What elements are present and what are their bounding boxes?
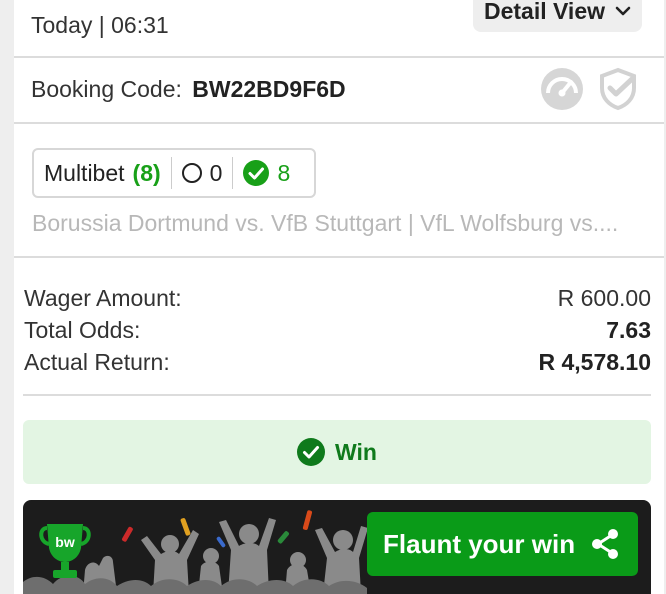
win-label: Win bbox=[335, 438, 377, 465]
won-legs: 8 bbox=[233, 157, 300, 189]
flaunt-your-win-button[interactable]: Flaunt your win bbox=[367, 512, 638, 576]
return-row: Actual Return: R 4,578.10 bbox=[24, 349, 651, 376]
bet-card: Today | 06:31 Detail View Booking Code: … bbox=[14, 0, 664, 594]
multibet-type: Multibet (8) bbox=[34, 157, 171, 189]
open-circle-icon bbox=[181, 163, 202, 183]
speedometer-icon[interactable] bbox=[540, 67, 584, 111]
chevron-down-icon bbox=[615, 6, 631, 16]
odds-label: Total Odds: bbox=[24, 317, 141, 343]
won-count: 8 bbox=[277, 159, 291, 186]
win-status-badge: Win bbox=[23, 420, 651, 484]
odds-row: Total Odds: 7.63 bbox=[24, 317, 651, 344]
wager-value: R 600.00 bbox=[557, 285, 651, 311]
multibet-summary: Multibet (8) 0 8 bbox=[32, 148, 316, 198]
check-circle-icon bbox=[243, 160, 270, 186]
wager-row: Wager Amount: R 600.00 bbox=[24, 285, 651, 312]
booking-code-value: BW22BD9F6D bbox=[192, 76, 346, 102]
booking-code-row: Booking Code: BW22BD9F6D bbox=[31, 76, 346, 103]
odds-value: 7.63 bbox=[606, 317, 651, 343]
divider bbox=[23, 394, 651, 396]
detail-view-label: Detail View bbox=[483, 0, 606, 24]
bet-time: Today | 06:31 bbox=[31, 12, 169, 38]
open-legs: 0 bbox=[172, 157, 233, 189]
shield-check-icon[interactable] bbox=[598, 67, 638, 111]
detail-view-button[interactable]: Detail View bbox=[473, 0, 642, 32]
check-circle-icon bbox=[297, 438, 326, 466]
multibet-label: Multibet bbox=[44, 159, 125, 186]
divider bbox=[14, 256, 664, 258]
divider bbox=[14, 122, 664, 124]
matches-list[interactable]: Borussia Dortmund vs. VfB Stuttgart | Vf… bbox=[32, 210, 652, 237]
open-count: 0 bbox=[209, 159, 223, 186]
trophy-icon: bw bbox=[39, 524, 91, 578]
share-icon bbox=[592, 529, 619, 559]
flaunt-banner: bw Flaunt your win bbox=[23, 500, 651, 594]
wager-label: Wager Amount: bbox=[24, 285, 182, 311]
divider bbox=[14, 56, 664, 58]
booking-code-label: Booking Code: bbox=[31, 76, 182, 102]
logo-text: bw bbox=[55, 534, 75, 550]
return-value: R 4,578.10 bbox=[538, 349, 651, 375]
flaunt-label: Flaunt your win bbox=[383, 528, 576, 559]
return-label: Actual Return: bbox=[24, 349, 170, 375]
leg-count: (8) bbox=[132, 159, 161, 186]
